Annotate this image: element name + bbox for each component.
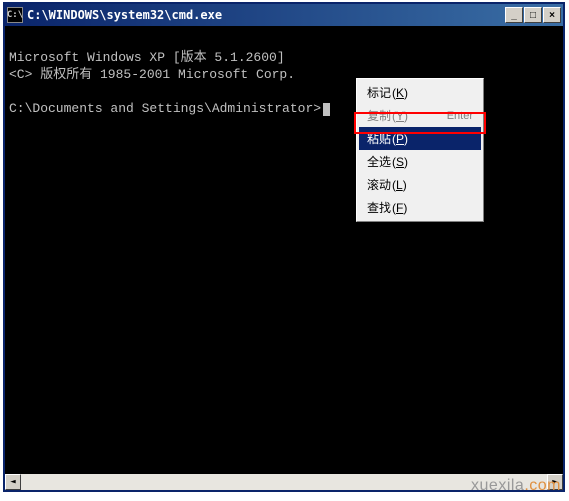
menu-hotkey: (K) (392, 86, 408, 100)
menu-label: 全选 (367, 153, 391, 170)
menu-hotkey: (L) (392, 178, 407, 192)
window-title: C:\WINDOWS\system32\cmd.exe (27, 8, 505, 22)
menu-item-copy: 复制(Y) Enter (359, 104, 481, 127)
menu-accelerator: Enter (447, 110, 473, 122)
window-controls: _ □ × (505, 7, 561, 23)
console-line: <C> 版权所有 1985-2001 Microsoft Corp. (9, 67, 295, 82)
watermark-text: xuexila (471, 477, 524, 494)
console-line: Microsoft Windows XP [版本 5.1.2600] (9, 50, 285, 65)
menu-hotkey: (F) (392, 201, 407, 215)
menu-label: 查找 (367, 199, 391, 216)
console-prompt: C:\Documents and Settings\Administrator> (9, 101, 321, 116)
scroll-left-button[interactable]: ◄ (5, 474, 21, 490)
cmd-window: C:\ C:\WINDOWS\system32\cmd.exe _ □ × Mi… (3, 2, 565, 492)
menu-item-paste[interactable]: 粘贴(P) (359, 127, 481, 150)
cmd-icon: C:\ (7, 7, 23, 23)
minimize-button[interactable]: _ (505, 7, 523, 23)
menu-label: 标记 (367, 84, 391, 101)
close-button[interactable]: × (543, 7, 561, 23)
scroll-track[interactable] (21, 474, 547, 490)
watermark: xuexila.com (471, 477, 561, 495)
menu-item-mark[interactable]: 标记(K) (359, 81, 481, 104)
watermark-suffix: .com (524, 477, 561, 494)
menu-label: 粘贴 (367, 130, 391, 147)
cursor (323, 103, 330, 116)
menu-label: 滚动 (367, 176, 391, 193)
menu-hotkey: (P) (392, 132, 408, 146)
menu-item-find[interactable]: 查找(F) (359, 196, 481, 219)
titlebar: C:\ C:\WINDOWS\system32\cmd.exe _ □ × (5, 4, 563, 26)
edit-context-menu: 标记(K) 复制(Y) Enter 粘贴(P) 全选(S) 滚动(L) 查找(F… (356, 78, 484, 222)
menu-hotkey: (Y) (392, 109, 408, 123)
maximize-button[interactable]: □ (524, 7, 542, 23)
menu-item-scroll[interactable]: 滚动(L) (359, 173, 481, 196)
menu-hotkey: (S) (392, 155, 408, 169)
menu-label: 复制 (367, 107, 391, 124)
menu-item-select-all[interactable]: 全选(S) (359, 150, 481, 173)
